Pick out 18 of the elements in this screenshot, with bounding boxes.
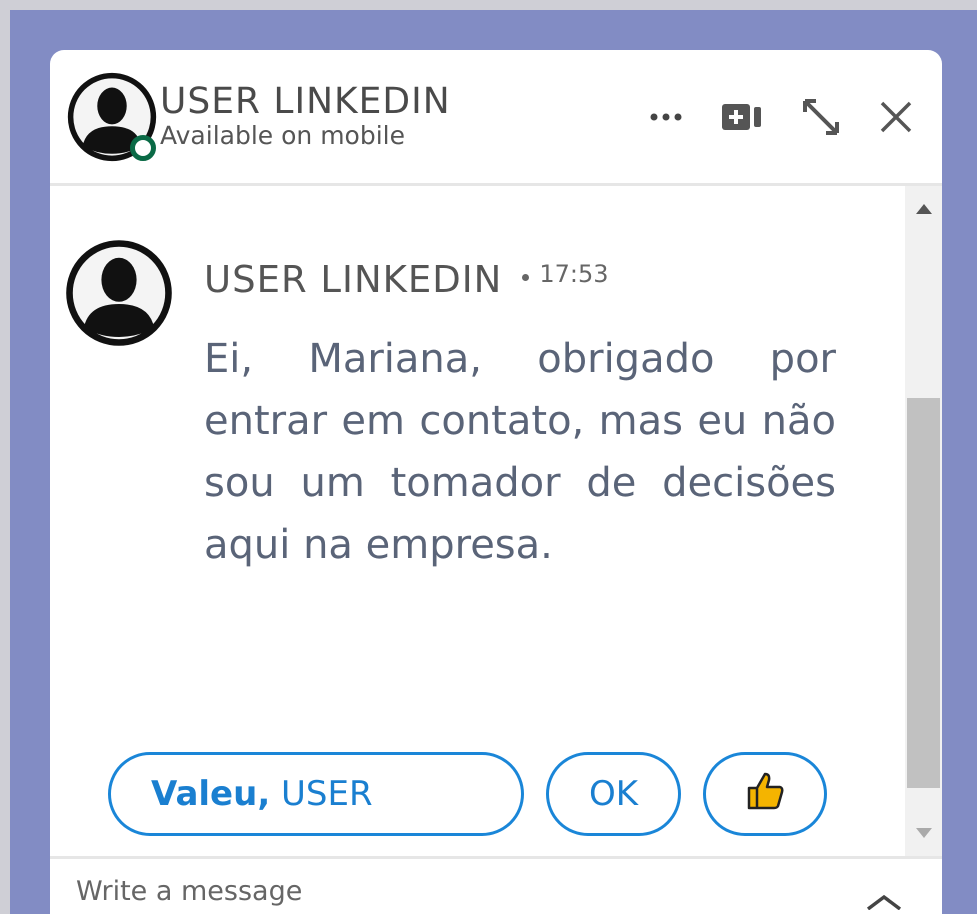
chevron-up-icon[interactable] <box>866 894 902 910</box>
expand-icon[interactable] <box>802 98 840 136</box>
message-text: Ei, Mariana, obrigado por entrar em contato, mas eu não sou um tomador de decisões aqui na empresa. <box>204 335 836 570</box>
more-options-icon[interactable] <box>650 112 682 120</box>
suggested-reply-button[interactable]: OK <box>546 752 682 836</box>
contact-status: Available on mobile <box>160 121 406 152</box>
scrollbar-thumb[interactable] <box>907 398 940 788</box>
video-call-icon[interactable] <box>722 104 762 130</box>
contact-name: USER LINKEDIN <box>160 82 451 122</box>
avatar-icon <box>66 70 158 162</box>
close-icon[interactable] <box>880 100 912 132</box>
message-input[interactable]: Write a message <box>76 872 866 910</box>
sender-name: USER LINKEDIN <box>204 258 502 301</box>
separator-dot-icon <box>522 274 530 281</box>
avatar-icon <box>64 238 174 348</box>
message-time: 17:53 <box>539 260 609 290</box>
suggested-reply-button[interactable]: Valeu, USER <box>108 752 524 836</box>
scroll-up-icon[interactable] <box>916 204 932 214</box>
